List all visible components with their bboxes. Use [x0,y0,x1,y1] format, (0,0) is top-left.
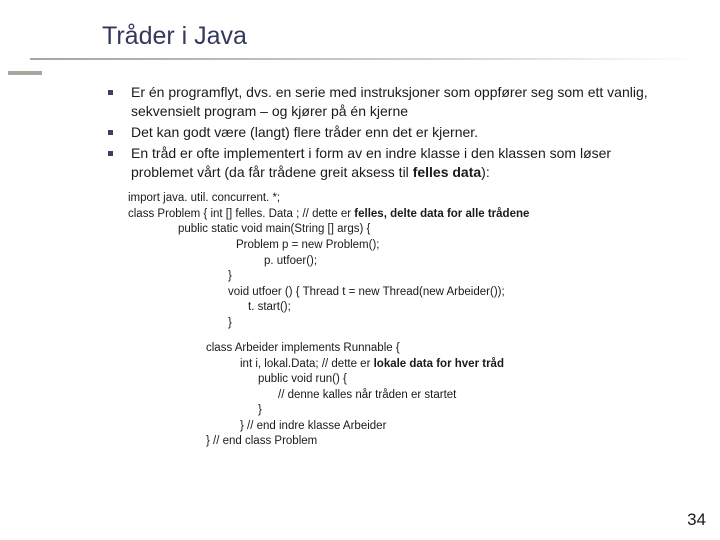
bullet-text: En tråd er ofte implementert i form av e… [131,144,668,182]
bullet-text-bold: felles data [413,164,481,180]
list-item: En tråd er ofte implementert i form av e… [108,144,668,182]
code-text: int i, lokal.Data; // dette er [240,358,374,370]
accent-bar [8,71,42,75]
code-line: public static void main(String [] args) … [128,222,720,238]
bullet-icon [108,90,113,95]
code-line: } // end class Problem [206,434,720,450]
bullet-icon [108,130,113,135]
code-line: public void run() { [206,372,720,388]
code-line: } [206,403,720,419]
code-line: } [128,269,720,285]
code-line: // denne kalles når tråden er startet [206,388,720,404]
list-item: Er én programflyt, dvs. en serie med ins… [108,83,668,121]
code-block-2: class Arbeider implements Runnable { int… [206,341,720,450]
title-underline [30,58,700,60]
bullet-icon [108,151,113,156]
code-line: import java. util. concurrent. *; [128,191,720,207]
slide: Tråder i Java Er én programflyt, dvs. en… [0,0,720,540]
bullet-text: Er én programflyt, dvs. en serie med ins… [131,83,668,121]
code-line: Problem p = new Problem(); [128,238,720,254]
title-wrap: Tråder i Java [0,0,720,51]
code-block-1: import java. util. concurrent. *; class … [128,191,720,331]
code-line: class Problem { int [] felles. Data ; //… [128,207,720,223]
bullet-text-part: En tråd er ofte implementert i form av e… [131,145,611,180]
code-line: void utfoer () { Thread t = new Thread(n… [128,285,720,301]
bullet-list: Er én programflyt, dvs. en serie med ins… [108,83,668,181]
bullet-text-tail: ): [481,164,490,180]
code-text-bold: felles, delte data for alle trådene [354,208,529,220]
page-number: 34 [687,510,706,530]
list-item: Det kan godt være (langt) flere tråder e… [108,123,668,142]
code-line: p. utfoer(); [128,254,720,270]
code-line: } [128,316,720,332]
code-text: class Problem { int [] felles. Data ; //… [128,208,354,220]
code-text-bold: lokale data for hver tråd [374,358,504,370]
code-line: class Arbeider implements Runnable { [206,341,720,357]
code-line: int i, lokal.Data; // dette er lokale da… [206,357,720,373]
code-line: t. start(); [128,300,720,316]
bullet-text: Det kan godt være (langt) flere tråder e… [131,123,478,142]
slide-title: Tråder i Java [0,22,720,51]
code-line: } // end indre klasse Arbeider [206,419,720,435]
